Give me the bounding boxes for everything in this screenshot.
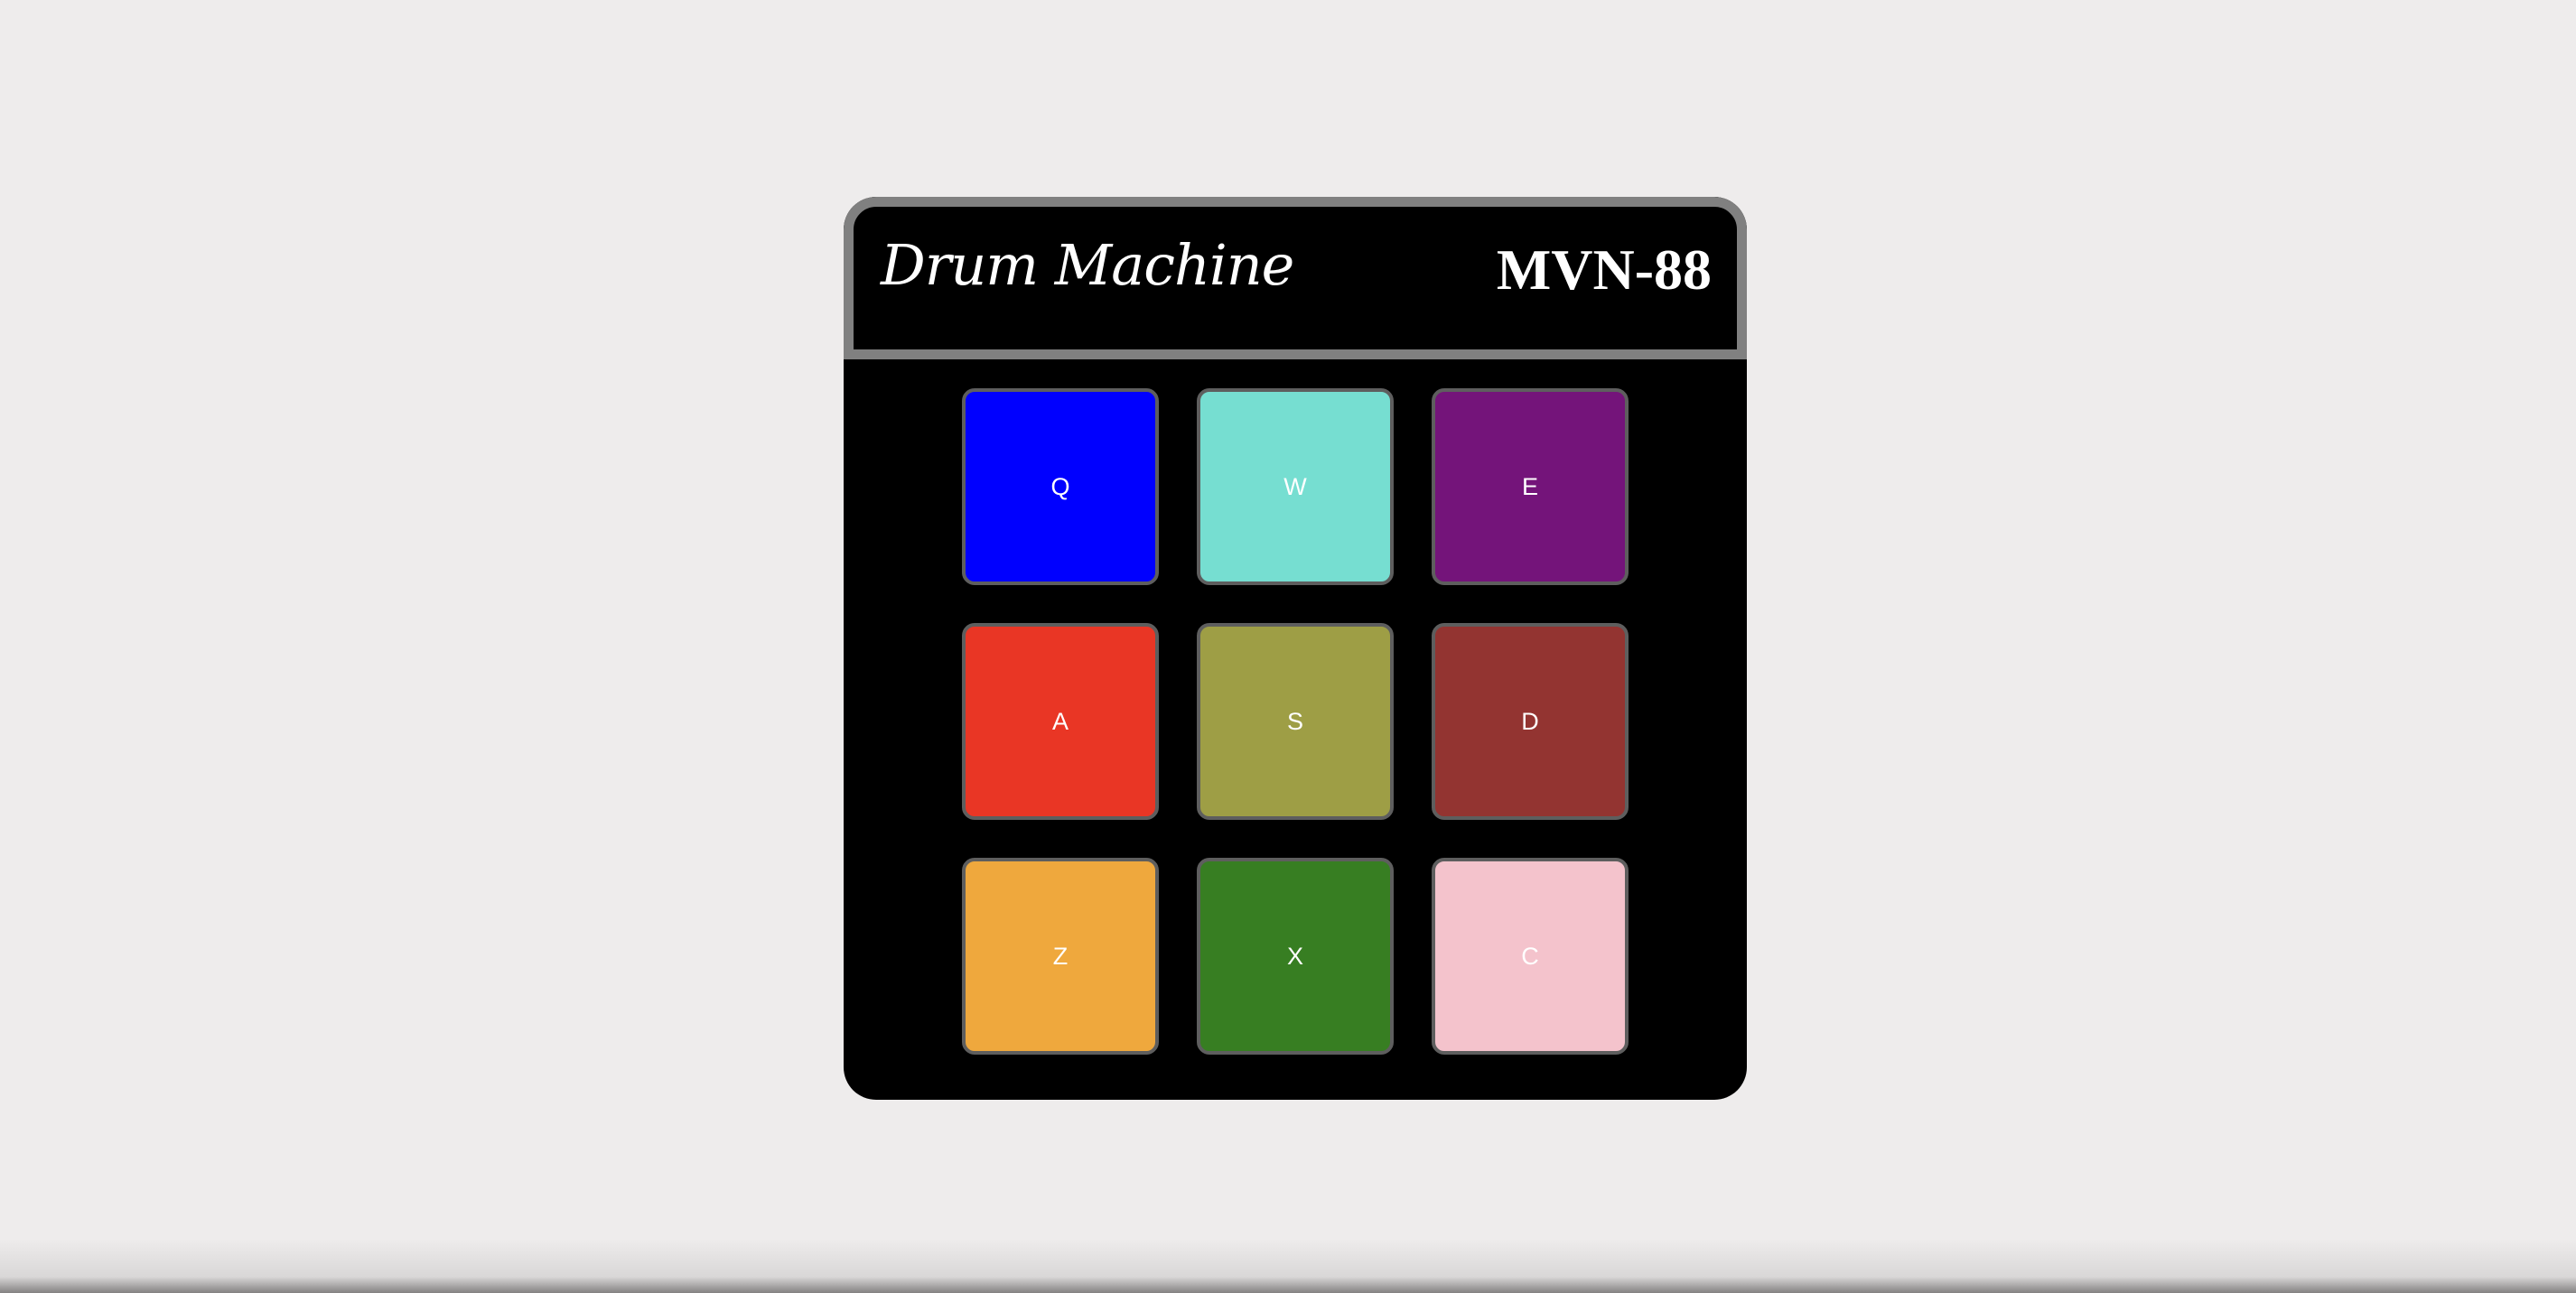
app-title: Drum Machine — [881, 232, 1294, 298]
drum-pad-z[interactable]: Z — [962, 858, 1159, 1055]
drum-pad-q[interactable]: Q — [962, 388, 1159, 585]
drum-pad-c[interactable]: C — [1432, 858, 1629, 1055]
drum-pad-label: A — [1051, 707, 1069, 735]
drum-pad-label: E — [1521, 472, 1538, 500]
drum-pad-x[interactable]: X — [1197, 858, 1394, 1055]
drum-pad-label: Z — [1052, 942, 1069, 970]
model-name: MVN-88 — [1496, 237, 1712, 302]
drum-pad-label: S — [1286, 707, 1303, 735]
page-bottom-edge — [0, 1239, 2576, 1293]
drum-pad-label: C — [1521, 942, 1539, 970]
drum-machine: Drum Machine MVN-88 Q W E A S D Z X C — [844, 197, 1747, 1100]
drum-pad-a[interactable]: A — [962, 623, 1159, 820]
drum-pad-label: X — [1286, 942, 1303, 970]
machine-header: Drum Machine MVN-88 — [844, 197, 1747, 359]
drum-pad-label: D — [1521, 707, 1539, 735]
drum-pad-e[interactable]: E — [1432, 388, 1629, 585]
drum-pad-s[interactable]: S — [1197, 623, 1394, 820]
drum-pad-label: Q — [1050, 472, 1070, 500]
drum-pad-label: W — [1283, 472, 1307, 500]
drum-pad-d[interactable]: D — [1432, 623, 1629, 820]
drum-pad-w[interactable]: W — [1197, 388, 1394, 585]
